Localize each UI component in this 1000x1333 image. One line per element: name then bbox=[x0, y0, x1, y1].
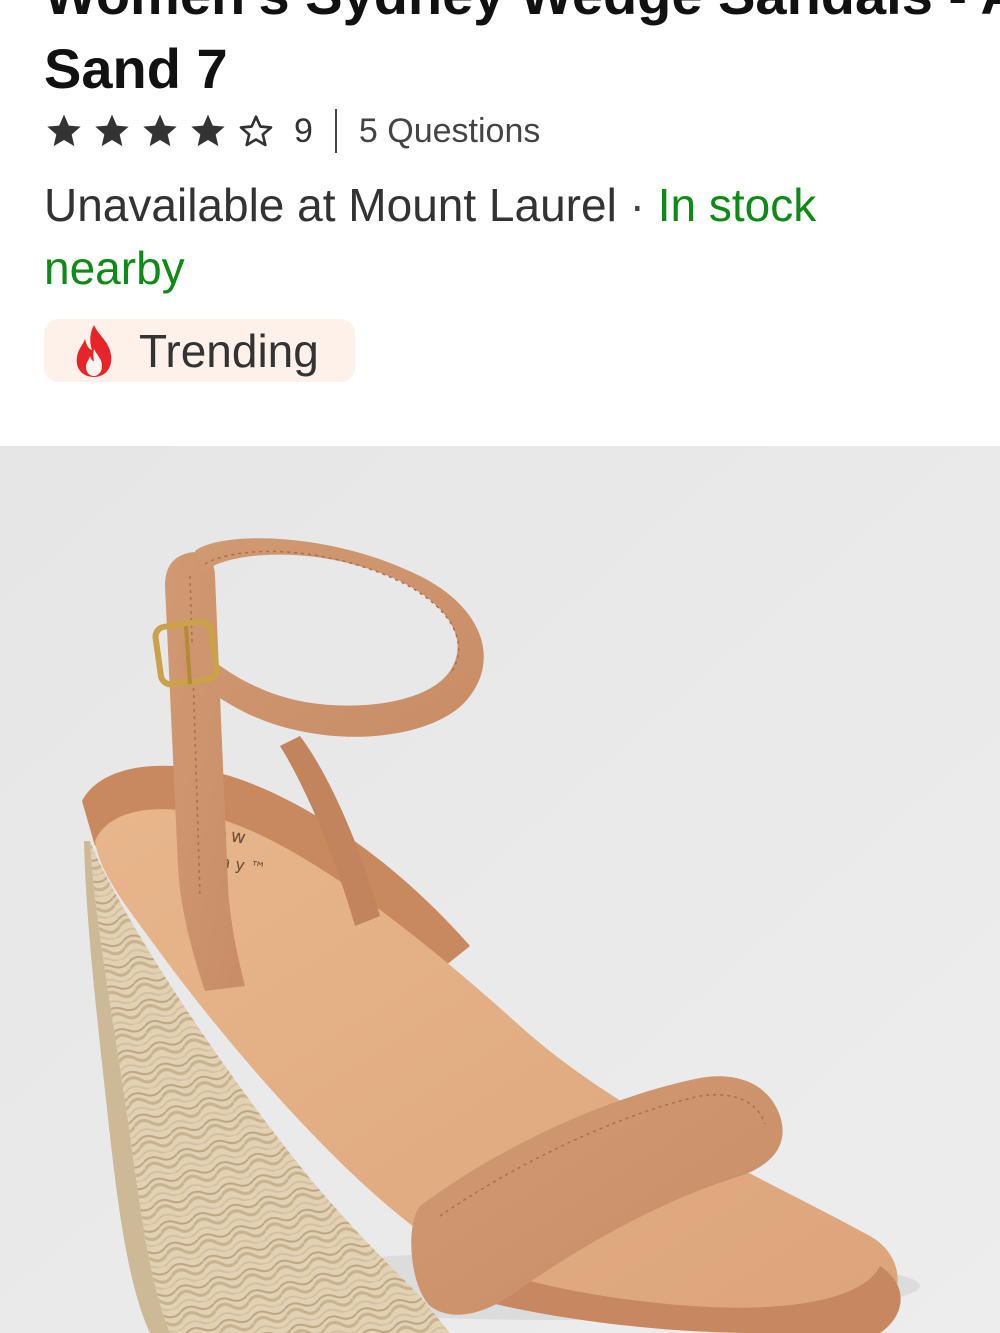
product-title: Women's Sydney Wedge Sandals - A New Day… bbox=[44, 0, 1000, 106]
product-page: Women's Sydney Wedge Sandals - A New Day… bbox=[0, 0, 1000, 1333]
sandal-photo: new day™ bbox=[0, 446, 1000, 1333]
star-filled-icon bbox=[140, 111, 180, 151]
questions-link[interactable]: 5 Questions bbox=[359, 112, 540, 151]
trending-badge: Trending bbox=[44, 319, 355, 382]
star-rating[interactable] bbox=[44, 111, 284, 151]
fire-icon bbox=[76, 324, 112, 377]
availability-text: Unavailable at Mount Laurel · In stock n… bbox=[44, 174, 944, 300]
availability-separator: · bbox=[616, 179, 658, 231]
star-empty-icon bbox=[236, 111, 276, 151]
divider bbox=[334, 109, 337, 153]
rating-row: 9 5 Questions bbox=[44, 106, 540, 156]
review-count-link[interactable]: 9 bbox=[294, 112, 313, 151]
star-filled-icon bbox=[188, 111, 228, 151]
trending-label: Trending bbox=[139, 324, 319, 377]
store-availability: Unavailable at Mount Laurel bbox=[44, 179, 617, 231]
star-filled-icon bbox=[92, 111, 132, 151]
product-image[interactable]: new day™ bbox=[0, 446, 1000, 1333]
product-title-line-2: Sand 7 bbox=[44, 37, 228, 100]
product-title-line-1: Women's Sydney Wedge Sandals - A New Day… bbox=[44, 0, 1000, 32]
star-filled-icon bbox=[44, 111, 84, 151]
